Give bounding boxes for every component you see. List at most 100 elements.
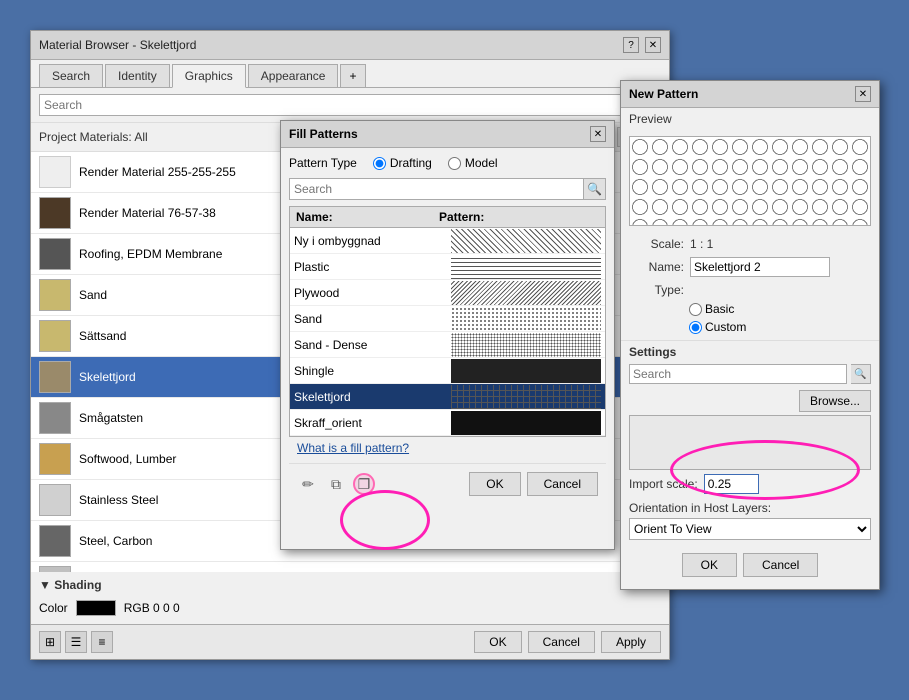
file-area (629, 415, 871, 470)
model-radio-label[interactable]: Model (448, 156, 498, 170)
basic-radio-label[interactable]: Basic (689, 302, 734, 316)
browse-button[interactable]: Browse... (799, 390, 871, 412)
new-pattern-ok[interactable]: OK (682, 553, 737, 577)
help-button[interactable]: ? (623, 37, 639, 53)
type-label: Type: (629, 283, 684, 297)
col-name-header: Name: (296, 210, 439, 224)
pattern-preview (451, 307, 601, 331)
settings-label: Settings (621, 340, 879, 361)
copy-icon[interactable]: ⧉ (325, 473, 347, 495)
col-pattern-header: Pattern: (439, 210, 599, 224)
add-icon: ⊞ (45, 635, 55, 649)
pattern-row[interactable]: Shingle (290, 358, 605, 384)
search-icon: 🔍 (587, 182, 602, 196)
bottom-bar: ⊞ ☰ ≡ OK Cancel Apply (31, 624, 669, 659)
open-library-button[interactable]: ☰ (65, 631, 87, 653)
close-button[interactable]: ✕ (645, 37, 661, 53)
pattern-row[interactable]: Plywood (290, 280, 605, 306)
fill-patterns-content: Pattern Type Drafting Model 🔍 Name: Patt… (281, 148, 614, 512)
new-pattern-close[interactable]: ✕ (855, 86, 871, 102)
new-pattern-titlebar: New Pattern ✕ (621, 81, 879, 108)
tab-graphics[interactable]: Graphics (172, 64, 246, 88)
pattern-row[interactable]: Sand - Dense (290, 332, 605, 358)
material-item[interactable]: Steel, Chrome Plated (31, 562, 669, 572)
material-swatch (39, 320, 71, 352)
help-link[interactable]: What is a fill pattern? (297, 441, 409, 455)
material-browser-title: Material Browser - Skelettjord (39, 38, 196, 52)
basic-radio-row: Basic (621, 300, 879, 318)
pattern-search-input[interactable] (289, 178, 584, 200)
import-scale-row: Import scale: (621, 470, 879, 498)
custom-radio-label[interactable]: Custom (689, 320, 746, 334)
apply-button[interactable]: Apply (601, 631, 661, 653)
pattern-name: Plywood (294, 286, 451, 300)
cancel-button[interactable]: Cancel (528, 631, 595, 653)
pattern-type-row: Pattern Type Drafting Model (289, 156, 606, 170)
pattern-name: Plastic (294, 260, 451, 274)
add-material-button[interactable]: ⊞ (39, 631, 61, 653)
new-pattern-cancel[interactable]: Cancel (743, 553, 818, 577)
pattern-name: Sand - Dense (294, 338, 451, 352)
material-swatch (39, 279, 71, 311)
import-scale-label: Import scale: (629, 477, 698, 491)
fill-patterns-cancel[interactable]: Cancel (527, 472, 598, 496)
drafting-radio[interactable] (373, 157, 386, 170)
tab-identity[interactable]: Identity (105, 64, 170, 87)
orientation-select[interactable]: Orient To View Keep Readable Keep Uprigh… (629, 518, 871, 540)
material-browser-titlebar: Material Browser - Skelettjord ? ✕ (31, 31, 669, 60)
material-swatch (39, 156, 71, 188)
pattern-row-selected[interactable]: Skelettjord (290, 384, 605, 410)
fill-patterns-ok[interactable]: OK (469, 472, 520, 496)
drafting-radio-label[interactable]: Drafting (373, 156, 432, 170)
tab-add[interactable]: + (340, 64, 365, 87)
basic-radio[interactable] (689, 303, 702, 316)
pattern-row[interactable]: Skraff_orient (290, 410, 605, 436)
settings-button[interactable]: ≡ (91, 631, 113, 653)
pattern-preview (451, 255, 601, 279)
tab-search[interactable]: Search (39, 64, 103, 87)
shading-section: ▼ Shading Color RGB 0 0 0 (31, 572, 669, 626)
material-name: Smågatsten (79, 411, 143, 425)
color-swatch[interactable] (76, 600, 116, 616)
search-input[interactable] (39, 94, 635, 116)
import-scale-input[interactable] (704, 474, 759, 494)
search-bar: 🔍 (31, 88, 669, 123)
ok-button[interactable]: OK (474, 631, 521, 653)
material-name: Stainless Steel (79, 493, 158, 507)
material-name: Softwood, Lumber (79, 452, 176, 466)
pattern-row[interactable]: Sand (290, 306, 605, 332)
custom-radio[interactable] (689, 321, 702, 334)
model-radio[interactable] (448, 157, 461, 170)
name-input[interactable] (690, 257, 830, 277)
material-name: Skelettjord (79, 370, 136, 384)
link-row: What is a fill pattern? (289, 437, 606, 459)
settings-search-icon: 🔍 (851, 364, 871, 384)
pattern-row[interactable]: Ny i ombyggnad (290, 228, 605, 254)
pencil-icon[interactable]: ✏ (297, 473, 319, 495)
pattern-preview (451, 359, 601, 383)
pattern-list[interactable]: Ny i ombyggnad Plastic Plywood Sand Sand… (289, 227, 606, 437)
pattern-search-button[interactable]: 🔍 (584, 178, 606, 200)
pattern-list-header: Name: Pattern: (289, 206, 606, 227)
color-label: Color (39, 601, 68, 615)
project-materials-label: Project Materials: All (39, 130, 148, 144)
tab-appearance[interactable]: Appearance (248, 64, 339, 87)
library-icon: ☰ (71, 635, 82, 649)
tabs-bar: Search Identity Graphics Appearance + (31, 60, 669, 88)
material-swatch (39, 525, 71, 557)
material-name: Steel, Carbon (79, 534, 152, 548)
pattern-row[interactable]: Plastic (290, 254, 605, 280)
material-name: Roofing, EPDM Membrane (79, 247, 222, 261)
settings-search-input[interactable] (629, 364, 847, 384)
pattern-name: Sand (294, 312, 451, 326)
name-label: Name: (629, 260, 684, 274)
bottom-right-buttons: OK Cancel Apply (474, 631, 661, 653)
bottom-icons: ⊞ ☰ ≡ (39, 631, 113, 653)
pattern-search-row: 🔍 (289, 178, 606, 200)
fill-patterns-close[interactable]: ✕ (590, 126, 606, 142)
duplicate-icon[interactable]: ❐ (353, 473, 375, 495)
preview-pattern (630, 137, 870, 225)
orientation-row: Orientation in Host Layers: Orient To Vi… (621, 498, 879, 543)
material-name: Sättsand (79, 329, 126, 343)
material-swatch (39, 402, 71, 434)
